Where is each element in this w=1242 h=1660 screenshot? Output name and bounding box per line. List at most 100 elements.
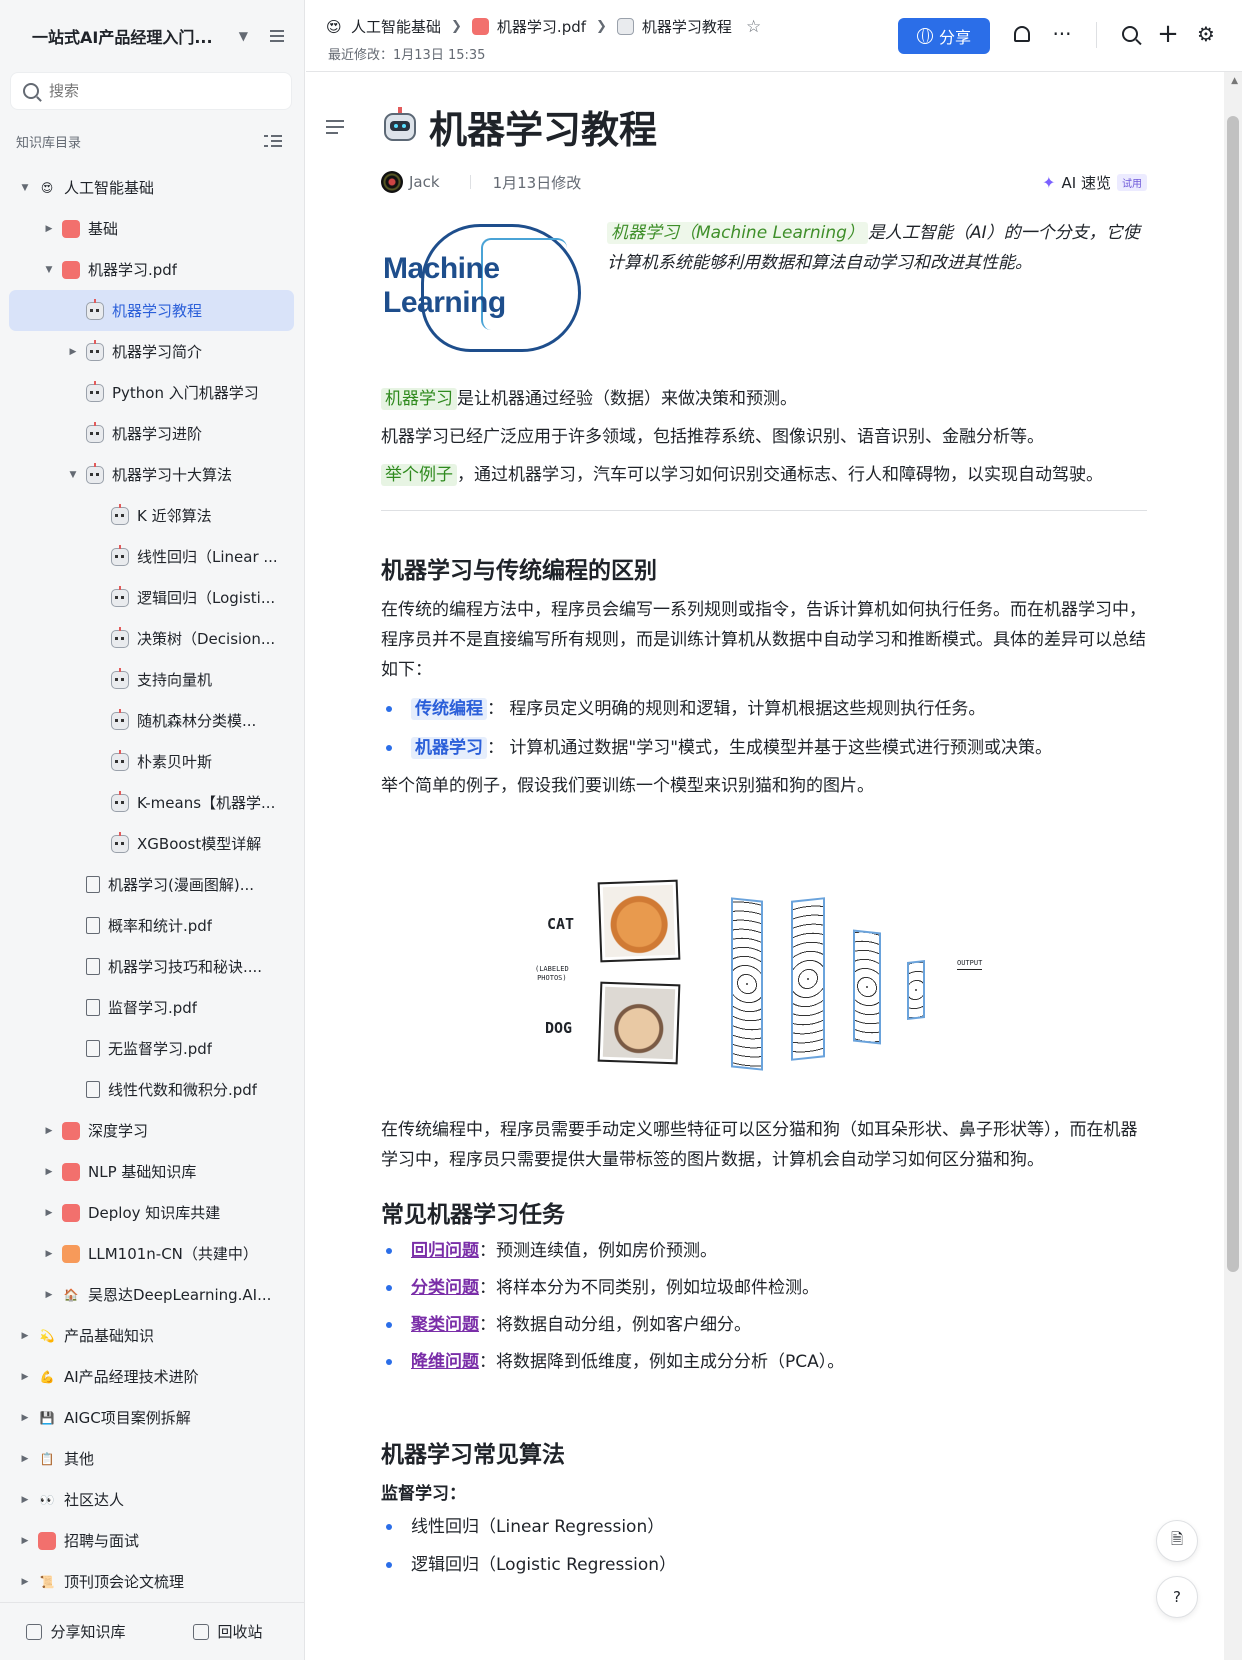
tree-item[interactable]: 机器学习(漫画图解)... <box>9 864 294 905</box>
tree-item[interactable]: 概率和统计.pdf <box>9 905 294 946</box>
keyword-link[interactable]: 聚类问题 <box>411 1315 479 1335</box>
expand-arrow-icon[interactable]: ▶ <box>18 1577 32 1587</box>
expand-arrow-icon[interactable]: ▶ <box>42 224 56 234</box>
tree-item[interactable]: ▶ 👀 社区达人 <box>9 1479 294 1520</box>
share-knowledge-base-button[interactable]: 分享知识库 <box>0 1621 152 1642</box>
tree-item[interactable]: 线性回归（Linear ... <box>9 536 294 577</box>
tree-item[interactable]: ▼ 机器学习.pdf <box>9 249 294 290</box>
keyword-link[interactable]: 降维问题 <box>411 1352 479 1372</box>
envelope-emoji-icon <box>38 1531 56 1550</box>
expand-arrow-icon[interactable]: ▼ <box>42 265 56 275</box>
tree-item[interactable]: ▶ 机器学习简介 <box>9 331 294 372</box>
tree-item[interactable]: ▶ 基础 <box>9 208 294 249</box>
tree-item[interactable]: 监督学习.pdf <box>9 987 294 1028</box>
breadcrumb-item[interactable]: 😍 人工智能基础 <box>326 16 441 37</box>
expand-arrow-icon[interactable]: ▶ <box>42 1126 56 1136</box>
comment-panel-button[interactable]: 🗎 <box>1156 1520 1198 1562</box>
more-button[interactable]: ··· <box>1050 22 1074 46</box>
expand-arrow-icon[interactable]: ▶ <box>42 1290 56 1300</box>
ai-summary-label: AI 速览 <box>1061 173 1111 192</box>
expand-arrow-icon[interactable]: ▶ <box>18 1331 32 1341</box>
tree-item[interactable]: ▶ 📜 顶刊顶会论文梳理 <box>9 1561 294 1602</box>
tree-item[interactable]: ▶ 📋 其他 <box>9 1438 294 1479</box>
tree-item-active[interactable]: 机器学习教程 <box>9 290 294 331</box>
tree-item[interactable]: ▼ 机器学习十大算法 <box>9 454 294 495</box>
tree-item[interactable]: ▼ 😍 人工智能基础 <box>9 167 294 208</box>
tree-item[interactable]: ▶ 深度学习 <box>9 1110 294 1151</box>
add-button[interactable]: + <box>1156 21 1180 47</box>
search-box[interactable] <box>10 72 292 110</box>
expand-arrow-icon[interactable]: ▶ <box>18 1454 32 1464</box>
expand-arrow-icon[interactable]: ▶ <box>42 1167 56 1177</box>
scroll-thumb[interactable] <box>1227 116 1239 1272</box>
tree-item[interactable]: Python 入门机器学习 <box>9 372 294 413</box>
author-name[interactable]: Jack <box>409 173 440 191</box>
tree-item[interactable]: 朴素贝叶斯 <box>9 741 294 782</box>
expand-arrow-icon[interactable]: ▼ <box>66 470 80 480</box>
dog-photo <box>597 981 681 1065</box>
scroll-up-arrow-icon[interactable]: ▲ <box>1231 76 1238 86</box>
tree-item[interactable]: 逻辑回归（Logisti... <box>9 577 294 618</box>
tree-item[interactable]: 随机森林分类模... <box>9 700 294 741</box>
notification-button[interactable] <box>1010 22 1034 46</box>
chevron-right-icon: ❯ <box>451 19 462 34</box>
tree-item[interactable]: ▶ 🏠 吴恩达DeepLearning.AI... <box>9 1274 294 1315</box>
collapse-sidebar-icon[interactable] <box>266 26 286 46</box>
ai-summary-button[interactable]: ✦ AI 速览 试用 <box>1042 172 1147 193</box>
labeled-photos-label: (LABELED PHOTOS) <box>535 965 569 983</box>
chevron-down-icon[interactable]: ▼ <box>239 29 248 43</box>
outline-toggle-icon[interactable] <box>326 118 346 136</box>
tree-item[interactable]: 线性代数和微积分.pdf <box>9 1069 294 1110</box>
intro-paragraph: 机器学习（Machine Learning） 是人工智能（AI）的一个分支，它使计… <box>607 218 1147 364</box>
intro-highlight: 机器学习（Machine Learning） <box>607 222 868 244</box>
tree-item[interactable]: XGBoost模型详解 <box>9 823 294 864</box>
tree-item[interactable]: 机器学习进阶 <box>9 413 294 454</box>
tree-item[interactable]: ▶ LLM101n-CN（共建中） <box>9 1233 294 1274</box>
network-layer <box>853 929 881 1045</box>
knowledge-base-title[interactable]: 一站式AI产品经理入门... <box>32 24 239 48</box>
tree-item[interactable]: 决策树（Decision... <box>9 618 294 659</box>
tree-item[interactable]: 无监督学习.pdf <box>9 1028 294 1069</box>
tree-item[interactable]: ▶ 招聘与面试 <box>9 1520 294 1561</box>
keyword-link[interactable]: 分类问题 <box>411 1278 479 1298</box>
tree-item-label: 招聘与面试 <box>64 1532 140 1550</box>
scrollbar[interactable]: ▲ <box>1224 72 1242 1660</box>
tree-item-label: 无监督学习.pdf <box>108 1040 213 1058</box>
tree-item[interactable]: 支持向量机 <box>9 659 294 700</box>
expand-arrow-icon[interactable]: ▶ <box>18 1495 32 1505</box>
settings-button[interactable]: ⚙ <box>1194 22 1218 46</box>
search-input[interactable] <box>49 82 249 100</box>
tree-item[interactable]: 机器学习技巧和秘诀.... <box>9 946 294 987</box>
expand-arrow-icon[interactable]: ▶ <box>18 1413 32 1423</box>
tree-item[interactable]: K-means【机器学... <box>9 782 294 823</box>
breadcrumb-item[interactable]: 机器学习.pdf <box>471 16 586 37</box>
last-modified: 最近修改：1月13日 15:35 <box>328 48 486 63</box>
tree-item[interactable]: K 近邻算法 <box>9 495 294 536</box>
keyword-link[interactable]: 回归问题 <box>411 1241 479 1261</box>
bullet-list: 传统编程： 程序员定义明确的规则和逻辑，计算机根据这些规则执行任务。 机器学习：… <box>381 694 1147 763</box>
tree-item[interactable]: ▶ 💫 产品基础知识 <box>9 1315 294 1356</box>
robot-icon <box>616 18 634 35</box>
expand-arrow-icon[interactable]: ▼ <box>18 183 32 193</box>
chevron-right-icon: ❯ <box>596 19 607 34</box>
tree-item[interactable]: ▶ 💾 AIGC项目案例拆解 <box>9 1397 294 1438</box>
help-button[interactable]: ? <box>1156 1576 1198 1618</box>
tree-item[interactable]: ▶ 💪 AI产品经理技术进阶 <box>9 1356 294 1397</box>
share-button[interactable]: 分享 <box>898 18 990 54</box>
avatar[interactable] <box>381 171 403 193</box>
breadcrumb-label: 人工智能基础 <box>351 18 442 36</box>
smiling-face-emoji-icon: 😍 <box>326 18 342 36</box>
tree-item[interactable]: ▶ NLP 基础知识库 <box>9 1151 294 1192</box>
paragraph-text: 是让机器通过经验（数据）来做决策和预测。 <box>457 389 797 409</box>
expand-arrow-icon[interactable]: ▶ <box>66 347 80 357</box>
expand-arrow-icon[interactable]: ▶ <box>42 1208 56 1218</box>
search-button[interactable] <box>1118 22 1142 46</box>
tree-item[interactable]: ▶ Deploy 知识库共建 <box>9 1192 294 1233</box>
expand-arrow-icon[interactable]: ▶ <box>18 1536 32 1546</box>
tree-item-label: 监督学习.pdf <box>108 999 198 1017</box>
trash-button[interactable]: 回收站 <box>152 1621 304 1642</box>
star-icon[interactable]: ☆ <box>746 17 761 37</box>
expand-arrow-icon[interactable]: ▶ <box>42 1249 56 1259</box>
outline-list-icon[interactable] <box>264 134 282 148</box>
expand-arrow-icon[interactable]: ▶ <box>18 1372 32 1382</box>
